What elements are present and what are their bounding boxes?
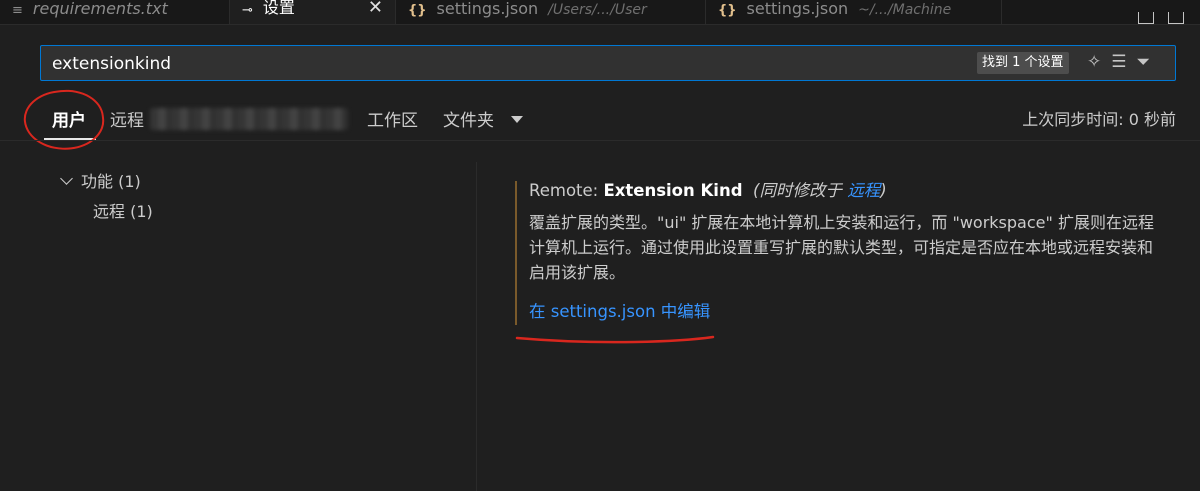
modified-suffix: ) [880, 181, 887, 200]
editor-actions [1138, 0, 1200, 24]
header-divider [0, 140, 1200, 141]
red-underline-annotation [515, 335, 715, 344]
tab-settings-json-user[interactable]: {} settings.json /Users/.../User [396, 0, 706, 24]
tab-path: ~/.../Machine [858, 2, 952, 18]
tab-path: /Users/.../User [548, 2, 647, 18]
file-text-icon: ≡ [12, 3, 23, 18]
red-circle-annotation [21, 85, 107, 155]
tab-label: settings.json [436, 0, 539, 18]
toc-item-features[interactable]: 功能 (1) [60, 168, 141, 192]
json-file-icon: {} [718, 3, 737, 18]
sync-status: 上次同步时间: 0 秒前 [1022, 110, 1176, 129]
sparkle-icon[interactable]: ✧ [1087, 52, 1101, 72]
toc-item-remote[interactable]: 远程 (1) [93, 198, 153, 222]
modified-prefix: (同时修改于 [753, 181, 848, 200]
tab-label: 设置 [262, 0, 295, 17]
settings-search-box: 找到 1 个设置 ✧ ☰ ⏷ [40, 45, 1176, 81]
settings-editor-icon: ⊸ [242, 3, 253, 18]
tab-workspace[interactable]: 工作区 [367, 106, 418, 131]
search-actions: ✧ ☰ ⏷ [1087, 52, 1150, 72]
filter-icon[interactable]: ⏷ [1137, 52, 1151, 72]
clear-filter-icon[interactable]: ☰ [1111, 52, 1126, 72]
tab-label: requirements.txt [32, 0, 168, 18]
redacted-remote-name [150, 108, 348, 130]
tab-settings-json-machine[interactable]: {} settings.json ~/.../Machine [706, 0, 1002, 24]
result-count-badge: 找到 1 个设置 [977, 52, 1069, 74]
setting-title: Remote: Extension Kind (同时修改于 远程) [529, 181, 1155, 201]
tab-remote[interactable]: 远程 [110, 106, 144, 131]
toc-label: 远程 (1) [93, 202, 153, 221]
modified-remote-link[interactable]: 远程 [847, 181, 880, 200]
split-editor-icon[interactable] [1168, 12, 1184, 24]
toc-divider [476, 162, 477, 491]
setting-extension-kind: Remote: Extension Kind (同时修改于 远程) 覆盖扩展的类… [515, 181, 1155, 325]
open-settings-json-icon[interactable] [1138, 12, 1154, 24]
close-icon[interactable]: ✕ [368, 0, 383, 18]
setting-description: 覆盖扩展的类型。"ui" 扩展在本地计算机上安装和运行，而 "workspace… [529, 213, 1154, 282]
edit-in-settings-json-link[interactable]: 在 settings.json 中编辑 [529, 298, 1155, 322]
toc-label: 功能 (1) [81, 172, 141, 191]
tab-folder[interactable]: 文件夹 [443, 106, 494, 131]
tab-requirements[interactable]: ≡ requirements.txt [0, 0, 230, 24]
tab-label: settings.json [746, 0, 849, 18]
modified-elsewhere: (同时修改于 远程) [753, 181, 887, 200]
json-file-icon: {} [408, 3, 427, 18]
setting-name: Extension Kind [603, 181, 743, 200]
search-input[interactable] [50, 53, 954, 75]
setting-category: Remote: [529, 181, 604, 200]
chevron-down-icon[interactable] [511, 116, 523, 123]
chevron-down-icon [60, 172, 73, 185]
editor-tab-bar: ≡ requirements.txt ⊸ 设置 ✕ {} settings.js… [0, 0, 1200, 25]
settings-scope-tabs: 用户 远程 工作区 文件夹 上次同步时间: 0 秒前 [0, 100, 1200, 140]
tab-settings[interactable]: ⊸ 设置 ✕ [230, 0, 396, 24]
